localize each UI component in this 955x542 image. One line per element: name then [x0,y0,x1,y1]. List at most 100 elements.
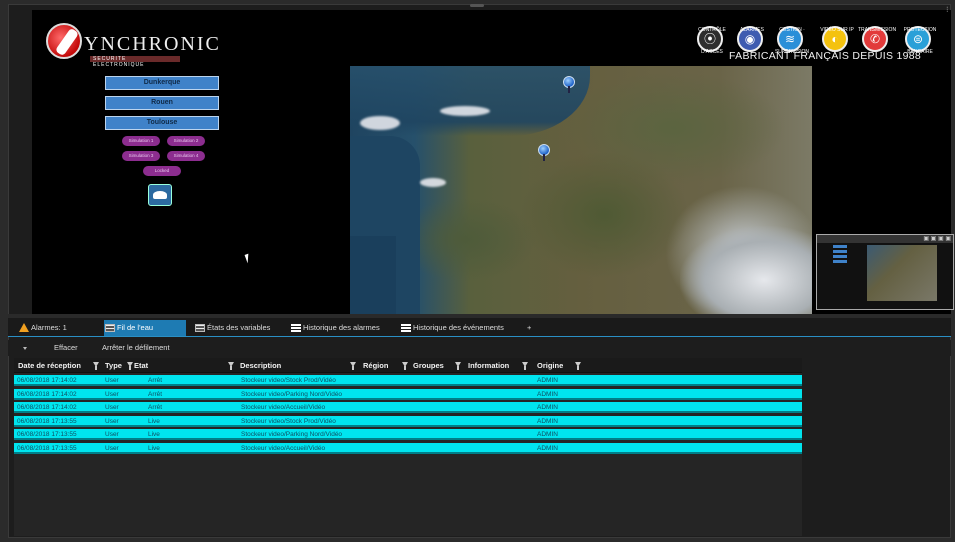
cell-origin: ADMIN [537,417,558,425]
cell-etat: Arrêt [148,404,163,412]
list-toolbar: Effacer Arrêter le défilement [8,340,951,356]
cell-description: Stockeur video/Parking Nord/Vidéo [241,390,343,398]
column-header-type[interactable]: Type [105,358,122,373]
stop-scrolling-button[interactable]: Arrêter le défilement [102,342,170,354]
event-grid: Date de réception Type Etat Description … [14,358,802,536]
column-header-information[interactable]: Information [468,358,509,373]
supervision-icon: GESTION · SUPERVISION ≋ [774,26,810,55]
alarm-icon: ALARMES ◉ [737,26,764,52]
map-pin-rouen-icon[interactable] [538,144,552,161]
tab-variable-states[interactable]: États des variables [194,320,284,336]
cell-type: User [105,417,119,425]
tab-fil-de-leau-label: Fil de l'eau [117,323,154,332]
column-header-description[interactable]: Description [240,358,281,373]
column-header-etat[interactable]: Etat [134,358,148,373]
site-button-toulouse[interactable]: Toulouse [105,116,219,130]
cell-date: 06/08/2018 17:14:02 [17,390,77,398]
filter-icon[interactable] [93,362,99,370]
filter-icon[interactable] [575,362,581,370]
cell-etat: Arrêt [148,390,163,398]
cell-origin: ADMIN [537,404,558,412]
column-header-date[interactable]: Date de réception [18,358,81,373]
logo-s-icon [46,23,82,59]
map-pin-dunkerque-icon[interactable] [563,76,577,93]
warning-icon [19,323,29,332]
add-tab-button[interactable]: + [514,320,532,336]
clear-button[interactable]: Effacer [54,342,78,354]
tab-event-history-label: Historique des événements [413,323,504,332]
list-icon [401,324,411,332]
minimap-land [867,245,937,301]
site-button-rouen[interactable]: Rouen [105,96,219,110]
grid-header: Date de réception Type Etat Description … [14,358,802,373]
filter-icon[interactable] [402,362,408,370]
cell-origin: ADMIN [537,431,558,439]
cell-type: User [105,431,119,439]
table-row[interactable]: 06/08/2018 17:13:55 User Live Stockeur vide… [14,415,802,427]
tab-variable-states-label: États des variables [207,323,271,332]
table-row[interactable]: 06/08/2018 17:14:02 User Arrêt Stockeur vid… [14,375,802,386]
cell-date: 06/08/2018 17:13:55 [17,445,77,452]
video-ip-icon: VIDÉO SUR IP ◐ [820,26,854,52]
grid-icon [105,324,115,332]
cell-description: Stockeur video/Accueil/Vidéo [241,404,326,412]
list-icon [291,324,301,332]
video-camera-icon[interactable] [148,184,172,206]
cell-type: User [105,445,119,452]
filter-icon[interactable] [522,362,528,370]
simulation-1-button[interactable]: Simulation 1 [122,136,160,146]
filter-icon[interactable] [455,362,461,370]
filter-icon[interactable] [127,362,133,370]
column-header-region[interactable]: Région [363,358,388,373]
simulation-2-button[interactable]: Simulation 2 [167,136,205,146]
cell-date: 06/08/2018 17:13:55 [17,417,77,425]
filter-icon[interactable] [228,362,234,370]
cell-description: Stockeur video/Stock Prod/Vidéo [241,377,336,384]
cell-date: 06/08/2018 17:14:02 [17,404,77,412]
minimap[interactable]: ▣ ▣ ▣ ▣ [816,234,954,310]
cell-description: Stockeur video/Parking Nord/Vidéo [241,431,343,439]
more-options-icon[interactable]: ⁝ [946,6,952,18]
table-row[interactable]: 06/08/2018 17:13:55 User Live Stockeur vide… [14,443,802,454]
map-alps [680,226,812,314]
chevron-down-icon[interactable] [23,347,27,350]
tab-alarms-label: Alarmes: 1 [31,323,67,332]
satellite-map[interactable] [350,66,812,314]
cell-origin: ADMIN [537,445,558,452]
table-row[interactable]: 06/08/2018 17:14:02 User Arrêt Stockeur vid… [14,388,802,400]
map-cloud [420,178,446,187]
cell-etat: Live [148,445,160,452]
column-header-groups[interactable]: Groupes [413,358,444,373]
filter-icon[interactable] [350,362,356,370]
locked-button[interactable]: Locked [143,166,181,176]
minimap-tools-icon[interactable]: ▣ ▣ ▣ ▣ [923,235,951,242]
minimap-site-list [833,245,847,265]
cell-etat: Live [148,417,160,425]
cell-origin: ADMIN [537,377,558,384]
brand-caption: FABRICANT FRANÇAIS DEPUIS 1988 [729,50,922,62]
simulation-3-button[interactable]: Simulation 3 [122,151,160,161]
tab-alarms[interactable]: Alarmes: 1 [18,320,96,336]
top-resize-grip[interactable] [470,4,484,7]
cell-description: Stockeur video/Stock Prod/Vidéo [241,417,336,425]
transmission-icon: TRANSMISSION ✆ [858,26,896,52]
supervision-view: YNCHRONIC SECURITE ELECTRONIQUE CONTRÔLE… [32,10,954,314]
tab-event-history[interactable]: Historique des événements [400,320,520,336]
map-cloud [440,106,490,116]
logo-name: YNCHRONIC [84,33,221,55]
cell-etat: Live [148,431,160,439]
grid-icon [195,324,205,332]
tab-alarm-history[interactable]: Historique des alarmes [290,320,394,336]
cell-type: User [105,404,119,412]
table-row[interactable]: 06/08/2018 17:13:55 User Live Stockeur vide… [14,429,802,441]
cell-type: User [105,377,119,384]
tab-fil-de-leau[interactable]: Fil de l'eau [104,320,186,336]
simulation-4-button[interactable]: Simulation 4 [167,151,205,161]
mouse-cursor-icon [244,253,252,264]
cell-origin: ADMIN [537,390,558,398]
site-button-dunkerque[interactable]: Dunkerque [105,76,219,90]
column-header-origin[interactable]: Origine [537,358,563,373]
cell-type: User [105,390,119,398]
cell-date: 06/08/2018 17:13:55 [17,431,77,439]
table-row[interactable]: 06/08/2018 17:14:02 User Arrêt Stockeur vid… [14,402,802,414]
